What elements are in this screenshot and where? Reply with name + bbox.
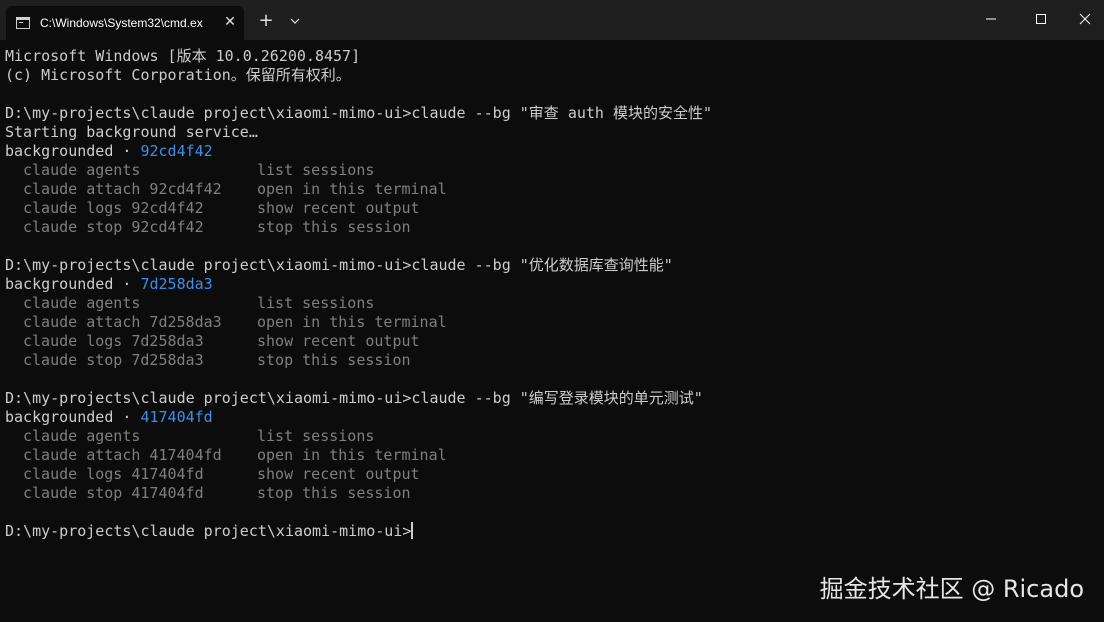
hint-command: claude attach 92cd4f42 [23,180,222,198]
close-window-button[interactable] [1062,0,1104,38]
hint-command: claude agents [23,161,141,179]
prompt-text: D:\my-projects\claude project\xiaomi-mim… [5,522,412,540]
minimize-button[interactable] [968,0,1014,38]
hint-description: open in this terminal [257,446,447,464]
prompt-line[interactable]: D:\my-projects\claude project\xiaomi-mim… [5,522,1100,541]
cmd-icon [16,17,30,29]
hint-line: claude attach 7d258da3 open in this termi… [5,313,1100,332]
backgrounded-line: backgrounded · 417404fd [5,408,1100,427]
title-bar: C:\Windows\System32\cmd.ex ✕ + [0,0,1104,40]
hint-description: stop this session [257,218,411,236]
session-id: 7d258da3 [140,275,213,293]
watermark: 掘金技术社区 @ Ricado [819,575,1084,603]
hint-command: claude logs 92cd4f42 [23,199,204,217]
hint-line: claude logs 417404fd show recent output [5,465,1100,484]
hint-line: claude stop 7d258da3 stop this session [5,351,1100,370]
hint-description: stop this session [257,351,411,369]
new-tab-button[interactable]: + [256,10,276,32]
hint-description: stop this session [257,484,411,502]
command-line: D:\my-projects\claude project\xiaomi-mim… [5,389,703,407]
hint-description: open in this terminal [257,180,447,198]
starting-line: Starting background service… [5,123,258,141]
hint-command: claude logs 417404fd [23,465,204,483]
terminal-window: C:\Windows\System32\cmd.ex ✕ + Microsoft… [0,0,1104,622]
hint-description: list sessions [257,294,375,312]
hint-line: claude attach 417404fd open in this termi… [5,446,1100,465]
hint-line: claude logs 92cd4f42 show recent output [5,199,1100,218]
backgrounded-line: backgrounded · 92cd4f42 [5,142,1100,161]
hint-description: list sessions [257,427,375,445]
close-icon [1079,13,1091,25]
hint-line: claude stop 92cd4f42 stop this session [5,218,1100,237]
hint-command: claude stop 417404fd [23,484,204,502]
backgrounded-line: backgrounded · 7d258da3 [5,275,1100,294]
hint-description: list sessions [257,161,375,179]
hint-line: claude attach 92cd4f42 open in this termi… [5,180,1100,199]
hint-command: claude attach 417404fd [23,446,222,464]
header-line: (c) Microsoft Corporation。保留所有权利。 [5,66,351,84]
session-id: 417404fd [140,408,213,426]
hint-line: claude agents list sessions [5,294,1100,313]
command-line: D:\my-projects\claude project\xiaomi-mim… [5,104,713,122]
hint-line: claude stop 417404fd stop this session [5,484,1100,503]
hint-description: show recent output [257,332,420,350]
backgrounded-label: backgrounded · [5,142,141,160]
hint-description: open in this terminal [257,313,447,331]
tab-cmd[interactable]: C:\Windows\System32\cmd.ex ✕ [6,6,244,40]
header-line: Microsoft Windows [版本 10.0.26200.8457] [5,47,361,65]
hint-description: show recent output [257,465,420,483]
hint-command: claude agents [23,294,141,312]
hint-command: claude stop 7d258da3 [23,351,204,369]
hint-command: claude agents [23,427,141,445]
tab-close-icon[interactable]: ✕ [220,12,240,32]
terminal-output[interactable]: Microsoft Windows [版本 10.0.26200.8457] (… [5,47,1100,541]
hint-line: claude logs 7d258da3 show recent output [5,332,1100,351]
tab-title: C:\Windows\System32\cmd.ex [40,16,203,30]
backgrounded-label: backgrounded · [5,408,141,426]
maximize-icon [1036,14,1046,24]
hint-description: show recent output [257,199,420,217]
hint-line: claude agents list sessions [5,427,1100,446]
maximize-button[interactable] [1018,0,1064,38]
command-line: D:\my-projects\claude project\xiaomi-mim… [5,256,673,274]
hint-command: claude stop 92cd4f42 [23,218,204,236]
hint-command: claude attach 7d258da3 [23,313,222,331]
hint-line: claude agents list sessions [5,161,1100,180]
text-cursor [411,522,414,539]
tab-dropdown-chevron-icon[interactable] [286,13,304,29]
minimize-icon [986,18,996,20]
session-id: 92cd4f42 [140,142,213,160]
hint-command: claude logs 7d258da3 [23,332,204,350]
backgrounded-label: backgrounded · [5,275,141,293]
